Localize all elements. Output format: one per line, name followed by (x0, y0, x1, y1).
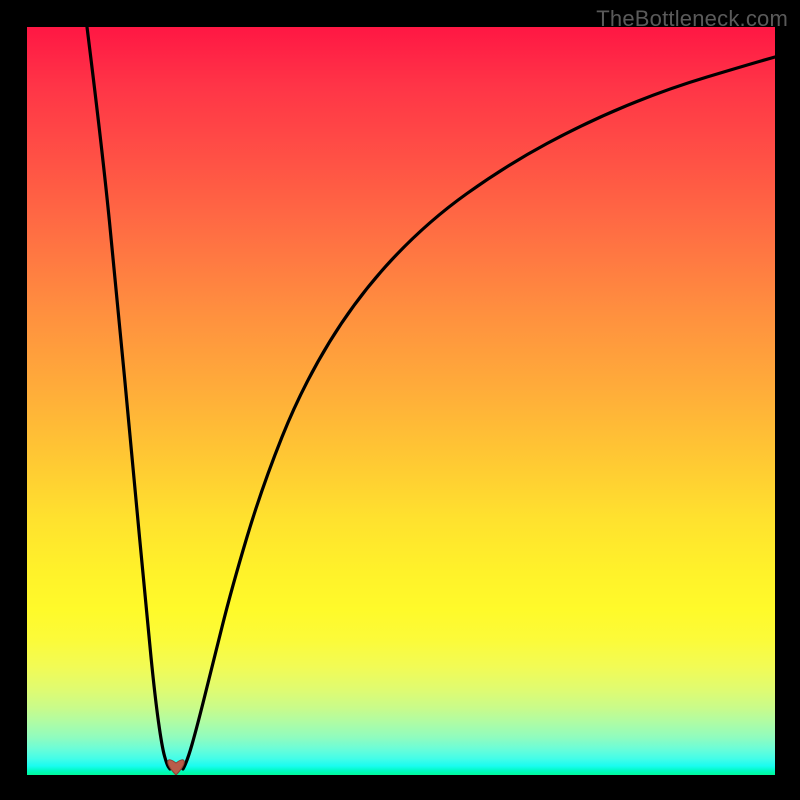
minimum-marker-icon (168, 760, 185, 775)
chart-container: TheBottleneck.com (0, 0, 800, 800)
plot-area (27, 27, 775, 775)
curve-left-branch (87, 27, 170, 769)
bottleneck-curve (27, 27, 775, 775)
watermark-text: TheBottleneck.com (596, 6, 788, 32)
curve-right-branch (183, 57, 775, 769)
